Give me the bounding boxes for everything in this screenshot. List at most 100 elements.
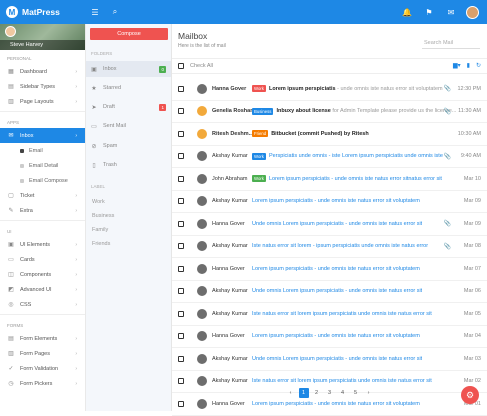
- page-2-button[interactable]: 2: [312, 388, 322, 398]
- label-friends[interactable]: Friends: [92, 241, 110, 247]
- sidebar-subitem-email-detail[interactable]: Email Detail: [0, 158, 85, 173]
- sidebar-item-form-elements-label: Form Elements: [20, 335, 58, 342]
- subject-text: Iste natus error sit lorem ipsum perspic…: [252, 378, 432, 385]
- folder-sent-mail-icon: ▭: [91, 123, 97, 130]
- section-personal: Personal: [7, 56, 32, 61]
- mail-subject: Iste natus error sit lorem ipsum perspic…: [252, 311, 432, 317]
- row-checkbox[interactable]: [178, 85, 184, 92]
- subject-text: Bitbucket (commit Pushed) by Ritesh: [271, 130, 369, 137]
- refresh-icon[interactable]: ↻: [476, 62, 481, 69]
- row-checkbox[interactable]: [178, 175, 184, 182]
- row-checkbox[interactable]: [178, 288, 184, 295]
- sidebar-item-components-label: Components: [20, 271, 52, 278]
- row-checkbox[interactable]: [178, 310, 184, 317]
- label-business[interactable]: Business: [92, 213, 114, 219]
- page-5-button[interactable]: 5: [351, 388, 361, 398]
- sidebar-item-cards[interactable]: ▭ Cards ›: [0, 252, 85, 267]
- row-checkbox[interactable]: [178, 153, 184, 160]
- sidebar-item-components[interactable]: ◫ Components ›: [0, 267, 85, 282]
- prev-page-button[interactable]: ‹: [286, 388, 296, 398]
- mail-date: Mar 09: [463, 220, 481, 227]
- bell-icon[interactable]: 🔔: [400, 5, 414, 19]
- mail-row[interactable]: John Abraham Work Lorem ipsum perspiciatis…: [172, 168, 487, 191]
- sidebar-item-ticket[interactable]: ▢ Ticket ›: [0, 188, 85, 203]
- folder-label: Draft: [103, 104, 115, 110]
- row-checkbox[interactable]: [178, 400, 184, 407]
- flag-icon[interactable]: ⚑: [422, 5, 436, 19]
- sidebar-subitem-email-compose[interactable]: Email Compose: [0, 173, 85, 188]
- check-all-label: Check All: [190, 63, 213, 69]
- sidebar-item-css-label: CSS: [20, 301, 32, 308]
- sidebar-subitem-email[interactable]: Email: [0, 143, 85, 158]
- mail-row[interactable]: Akshay Kumar Unde omnis Lorem ipsum persp…: [172, 348, 487, 371]
- page-1-button[interactable]: 1: [298, 388, 309, 398]
- user-avatar[interactable]: [466, 5, 479, 19]
- search-input[interactable]: Search Mail: [422, 37, 480, 49]
- row-checkbox[interactable]: [178, 220, 184, 227]
- mail-row[interactable]: Hanna Gover Lorem ipsum perspiciatis - un…: [172, 258, 487, 281]
- subject-text: Lorem ipsum perspiciatis - unde omnis is…: [252, 333, 420, 340]
- mail-row[interactable]: Hanna Gover Unde omnis Lorem ipsum perspi…: [172, 213, 487, 236]
- mail-row[interactable]: Hanna Gover Lorem ipsum perspiciatis - un…: [172, 326, 487, 348]
- folder-starred[interactable]: ★ Starred: [86, 80, 171, 96]
- sidebar-item-dashboard[interactable]: ▦ Dashboard ›: [0, 64, 85, 79]
- sidebar-item-extra[interactable]: ✎ Extra ›: [0, 203, 85, 218]
- search-icon[interactable]: ⌕: [108, 5, 122, 19]
- row-checkbox[interactable]: [178, 198, 184, 205]
- profile-name-bar[interactable]: Steve Harvey: [0, 40, 85, 50]
- sender-avatar: [197, 398, 207, 409]
- folder-label: Inbox: [103, 66, 117, 72]
- label-work[interactable]: Work: [92, 199, 105, 205]
- sidebar-item-form-validation[interactable]: ✓ Form Validation ›: [0, 361, 85, 376]
- row-checkbox[interactable]: [178, 265, 184, 272]
- menu-icon[interactable]: ☰: [88, 5, 102, 19]
- row-checkbox[interactable]: [178, 108, 184, 115]
- sidebar-item-page-layouts[interactable]: ▥ Page Layouts ›: [0, 94, 85, 109]
- sender-name: Hanna Gover: [212, 265, 245, 272]
- row-checkbox[interactable]: [178, 355, 184, 362]
- mail-row[interactable]: Akshay Kumar Iste natus error sit lorem i…: [172, 303, 487, 326]
- sidebar-item-ui-elements[interactable]: ▣ UI Elements ›: [0, 237, 85, 252]
- settings-fab[interactable]: ⚙: [461, 386, 479, 404]
- folder-spam[interactable]: ⊘ Spam: [86, 138, 171, 154]
- mail-row[interactable]: Genelia Roshan Business Inbuxy about licen…: [172, 101, 487, 123]
- sidebar-item-form-pickers[interactable]: ◷ Form Pickers ›: [0, 376, 85, 391]
- label-family[interactable]: Family: [92, 227, 108, 233]
- chat-icon[interactable]: ✉: [444, 5, 458, 19]
- sidebar-item-sidebar-types[interactable]: ▤ Sidebar Types ›: [0, 79, 85, 94]
- mail-row[interactable]: Akshay Kumar Iste natus error sit lorem -…: [172, 236, 487, 258]
- chevron-icon: ›: [75, 271, 77, 278]
- mail-subject: Unde omnis Lorem ipsum perspiciatis - un…: [252, 288, 422, 294]
- row-checkbox[interactable]: [178, 130, 184, 137]
- next-page-button[interactable]: ›: [364, 388, 374, 398]
- folder-sent-mail[interactable]: ▭ Sent Mail: [86, 118, 171, 134]
- compose-button[interactable]: Compose: [90, 28, 168, 40]
- mail-row[interactable]: Akshay Kumar Lorem ipsum perspiciatis - u…: [172, 191, 487, 213]
- mail-row[interactable]: Hanna Gover Work Lorem ipsum perspiciatis …: [172, 78, 487, 101]
- bullet-icon: [20, 163, 24, 168]
- folder-draft[interactable]: ➤ Draft 1: [86, 99, 171, 115]
- sidebar-item-form-pages[interactable]: ▥ Form Pages ›: [0, 346, 85, 361]
- page-4-button[interactable]: 4: [338, 388, 348, 398]
- delete-icon[interactable]: ▮: [467, 62, 470, 69]
- mail-row[interactable]: Akshay Kumar Unde omnis Lorem ipsum persp…: [172, 281, 487, 303]
- chevron-icon: ›: [75, 350, 77, 357]
- folder-trash[interactable]: ▯ Trash: [86, 157, 171, 173]
- row-checkbox[interactable]: [178, 333, 184, 340]
- folder-inbox[interactable]: ▣ Inbox 0: [86, 61, 171, 77]
- mail-row[interactable]: Ritesh Deshm... Friend Bitbucket (commit P…: [172, 123, 487, 146]
- sidebar-item-form-elements[interactable]: ▤ Form Elements ›: [0, 331, 85, 346]
- sidebar-item-inbox[interactable]: ✉ Inbox ›: [0, 128, 85, 143]
- page-title: Mailbox: [178, 31, 208, 41]
- page-3-button[interactable]: 3: [325, 388, 335, 398]
- sidebar-item-css[interactable]: ◎ CSS ›: [0, 297, 85, 312]
- brand[interactable]: M MatPress: [0, 0, 86, 24]
- mail-row[interactable]: Akshay Kumar Work Perspiciatis unde omnis …: [172, 146, 487, 168]
- sidebar-item-advanced-ui[interactable]: ◩ Advanced UI ›: [0, 282, 85, 297]
- check-all-checkbox[interactable]: [178, 63, 184, 69]
- sidebar-item-form-elements-icon: ▤: [8, 336, 14, 342]
- row-checkbox[interactable]: [178, 378, 184, 385]
- row-checkbox[interactable]: [178, 243, 184, 250]
- profile-avatar[interactable]: [5, 26, 16, 37]
- folder-icon[interactable]: ▆▾: [453, 62, 461, 69]
